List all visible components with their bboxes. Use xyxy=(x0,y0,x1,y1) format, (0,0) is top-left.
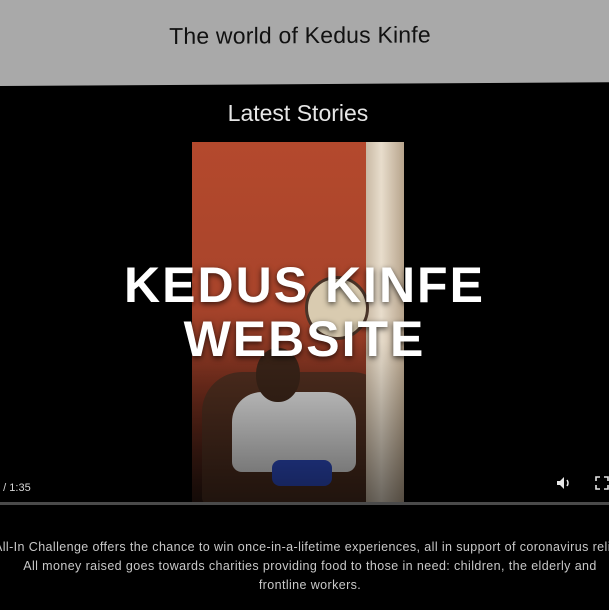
volume-icon[interactable] xyxy=(556,476,574,490)
description-line-3: frontline workers. xyxy=(258,578,362,592)
video-progress-bar[interactable] xyxy=(0,502,609,505)
title-overlay: KEDUS KINFE WEBSITE xyxy=(0,258,609,366)
section-title: Latest Stories xyxy=(227,100,369,126)
site-title: The world of Kedus Kinfe xyxy=(169,21,431,49)
video-time: 0 / 1:35 xyxy=(0,482,31,494)
description-line-1: All-In Challenge offers the chance to wi… xyxy=(0,540,609,554)
story-description: All-In Challenge offers the chance to wi… xyxy=(0,538,609,595)
description-line-2: All money raised goes towards charities … xyxy=(23,559,597,573)
overlay-line-1: KEDUS KINFE xyxy=(124,257,485,313)
site-header: The world of Kedus Kinfe xyxy=(0,0,609,86)
overlay-line-2: WEBSITE xyxy=(183,311,426,367)
fullscreen-icon[interactable] xyxy=(595,476,609,490)
